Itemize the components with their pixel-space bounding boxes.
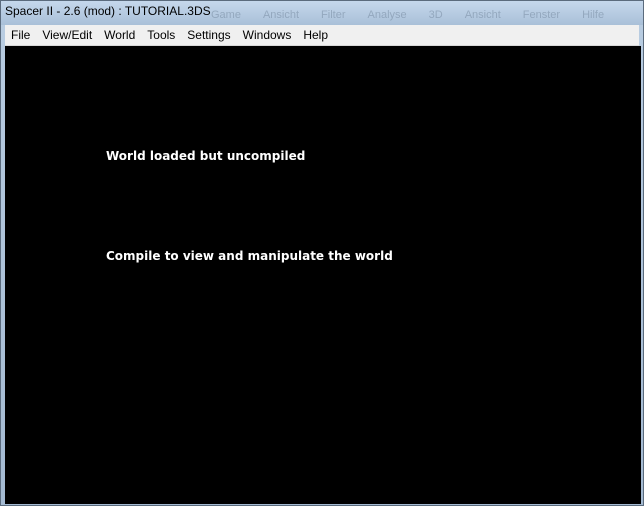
background-window-menu: Game Ansicht Filter Analyse 3D Ansicht F… bbox=[211, 9, 604, 21]
background-menu-item: Ansicht bbox=[262, 9, 300, 21]
background-menu-item: Hilfe bbox=[582, 9, 605, 21]
menu-help[interactable]: Help bbox=[297, 25, 334, 45]
title-bar[interactable]: Spacer II - 2.6 (mod) : TUTORIAL.3DS Gam… bbox=[1, 1, 643, 25]
menu-world[interactable]: World bbox=[98, 25, 141, 45]
background-menu-item: Ansicht bbox=[464, 9, 501, 21]
world-status-message: World loaded but uncompiled bbox=[106, 149, 306, 163]
menu-tools[interactable]: Tools bbox=[141, 25, 181, 45]
window-title: Spacer II - 2.6 (mod) : TUTORIAL.3DS bbox=[5, 4, 211, 18]
compile-hint-message: Compile to view and manipulate the world bbox=[106, 249, 393, 263]
menu-view-edit[interactable]: View/Edit bbox=[36, 25, 98, 45]
menu-file[interactable]: File bbox=[5, 25, 36, 45]
background-menu-item: Fenster bbox=[522, 9, 561, 21]
background-menu-item: Game bbox=[211, 9, 241, 21]
app-window: Spacer II - 2.6 (mod) : TUTORIAL.3DS Gam… bbox=[0, 0, 644, 506]
menu-settings[interactable]: Settings bbox=[181, 25, 236, 45]
menu-bar: File View/Edit World Tools Settings Wind… bbox=[5, 25, 639, 46]
world-viewport[interactable]: World loaded but uncompiled Compile to v… bbox=[5, 46, 641, 504]
background-menu-item: 3D bbox=[428, 9, 443, 21]
background-menu-item: Analyse bbox=[367, 9, 407, 21]
background-menu-item: Filter bbox=[321, 9, 346, 21]
menu-windows[interactable]: Windows bbox=[237, 25, 298, 45]
